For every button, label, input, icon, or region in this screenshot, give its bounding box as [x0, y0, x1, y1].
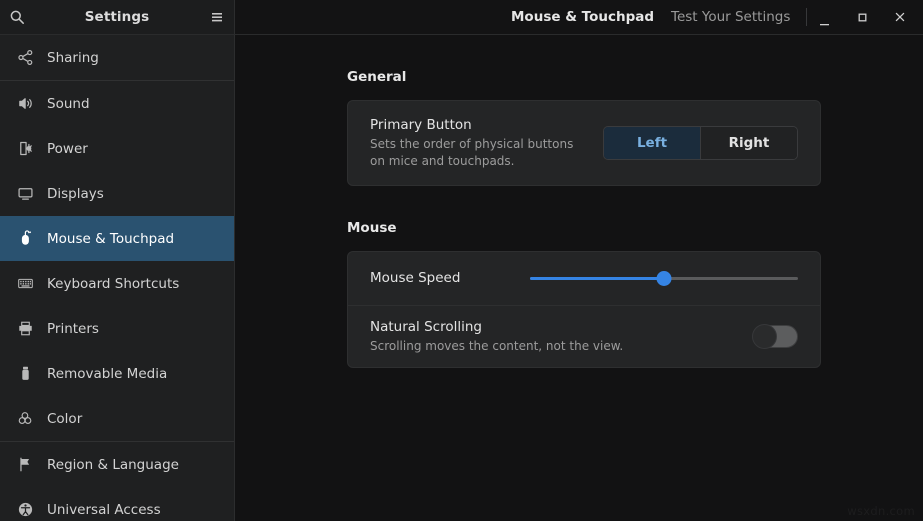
monitor-icon: [13, 184, 37, 204]
natural-scrolling-texts: Natural Scrolling Scrolling moves the co…: [370, 318, 754, 356]
natural-scrolling-toggle[interactable]: [754, 325, 798, 348]
sidebar-item-mouse-touchpad[interactable]: Mouse & Touchpad: [0, 216, 234, 261]
primary-button-title: Primary Button: [370, 116, 603, 134]
header-right: Mouse & Touchpad Test Your Settings: [235, 0, 923, 34]
sidebar-item-displays[interactable]: Displays: [0, 171, 234, 216]
section-title-mouse: Mouse: [347, 220, 821, 236]
natural-scrolling-title: Natural Scrolling: [370, 318, 754, 336]
sidebar-item-label: Printers: [47, 321, 99, 337]
primary-button-row: Primary Button Sets the order of physica…: [348, 101, 820, 185]
test-your-settings-link[interactable]: Test Your Settings: [671, 9, 790, 25]
slider-handle[interactable]: [657, 271, 672, 286]
toggle-knob: [752, 324, 777, 349]
sidebar-item-universal-access[interactable]: Universal Access: [0, 487, 234, 521]
flag-icon: [13, 455, 37, 475]
slider-fill: [530, 277, 664, 280]
app-title: Settings: [34, 9, 200, 25]
sidebar-item-label: Removable Media: [47, 366, 167, 382]
general-card: Primary Button Sets the order of physica…: [347, 100, 821, 186]
sidebar-item-sharing[interactable]: Sharing: [0, 35, 234, 80]
hamburger-menu-icon[interactable]: [200, 0, 234, 34]
primary-button-subtitle: Sets the order of physical buttons on mi…: [370, 136, 585, 171]
maximize-button[interactable]: [843, 0, 881, 34]
header-bar: Settings Mouse & Touchpad Test Your Sett…: [0, 0, 923, 35]
sidebar-item-power[interactable]: Power: [0, 126, 234, 171]
section-title-general: General: [347, 69, 821, 85]
sidebar-nav[interactable]: Sharing Sound: [0, 35, 235, 521]
sidebar-item-label: Displays: [47, 186, 104, 202]
primary-button-option-right[interactable]: Right: [700, 127, 797, 159]
share-nodes-icon: [13, 48, 37, 68]
sidebar-item-printers[interactable]: Printers: [0, 306, 234, 351]
window-body: Sharing Sound: [0, 35, 923, 521]
minimize-button[interactable]: [805, 0, 843, 39]
sidebar-item-label: Power: [47, 141, 88, 157]
settings-panel: General Primary Button Sets the order of…: [347, 35, 821, 368]
primary-button-option-left[interactable]: Left: [604, 127, 700, 159]
mouse-speed-label: Mouse Speed: [370, 269, 508, 287]
page-title: Mouse & Touchpad: [511, 9, 654, 25]
sidebar-item-label: Universal Access: [47, 502, 161, 518]
mouse-speed-row: Mouse Speed: [348, 252, 820, 305]
window-controls: [805, 0, 919, 39]
sidebar-item-keyboard-shortcuts[interactable]: Keyboard Shortcuts: [0, 261, 234, 306]
mouse-icon: [13, 229, 37, 249]
close-button[interactable]: [881, 0, 919, 34]
settings-window: Settings Mouse & Touchpad Test Your Sett…: [0, 0, 923, 521]
sidebar-item-removable-media[interactable]: Removable Media: [0, 351, 234, 396]
usb-drive-icon: [13, 364, 37, 384]
sidebar-item-label: Mouse & Touchpad: [47, 231, 174, 247]
mouse-speed-slider[interactable]: [530, 267, 798, 291]
speaker-icon: [13, 94, 37, 114]
sidebar-item-label: Sharing: [47, 50, 99, 66]
sidebar-item-color[interactable]: Color: [0, 396, 234, 441]
battery-power-icon: [13, 139, 37, 159]
primary-button-texts: Primary Button Sets the order of physica…: [370, 116, 603, 171]
sidebar-item-sound[interactable]: Sound: [0, 81, 234, 126]
search-icon[interactable]: [0, 0, 34, 34]
main-content: General Primary Button Sets the order of…: [235, 35, 923, 521]
watermark: wsxdn.com: [847, 504, 915, 518]
primary-button-segmented-control[interactable]: Left Right: [603, 126, 798, 160]
sidebar-item-label: Color: [47, 411, 82, 427]
sidebar-item-label: Sound: [47, 96, 90, 112]
sidebar-item-region-language[interactable]: Region & Language: [0, 442, 234, 487]
keyboard-icon: [13, 274, 37, 294]
accessibility-icon: [13, 500, 37, 520]
sidebar-item-label: Region & Language: [47, 457, 179, 473]
sidebar-header: Settings: [0, 0, 235, 34]
mouse-card: Mouse Speed Natural Scrolling Scrolling …: [347, 251, 821, 368]
natural-scrolling-row: Natural Scrolling Scrolling moves the co…: [348, 305, 820, 367]
color-circles-icon: [13, 409, 37, 429]
natural-scrolling-subtitle: Scrolling moves the content, not the vie…: [370, 338, 754, 355]
sidebar-item-label: Keyboard Shortcuts: [47, 276, 179, 292]
printer-icon: [13, 319, 37, 339]
